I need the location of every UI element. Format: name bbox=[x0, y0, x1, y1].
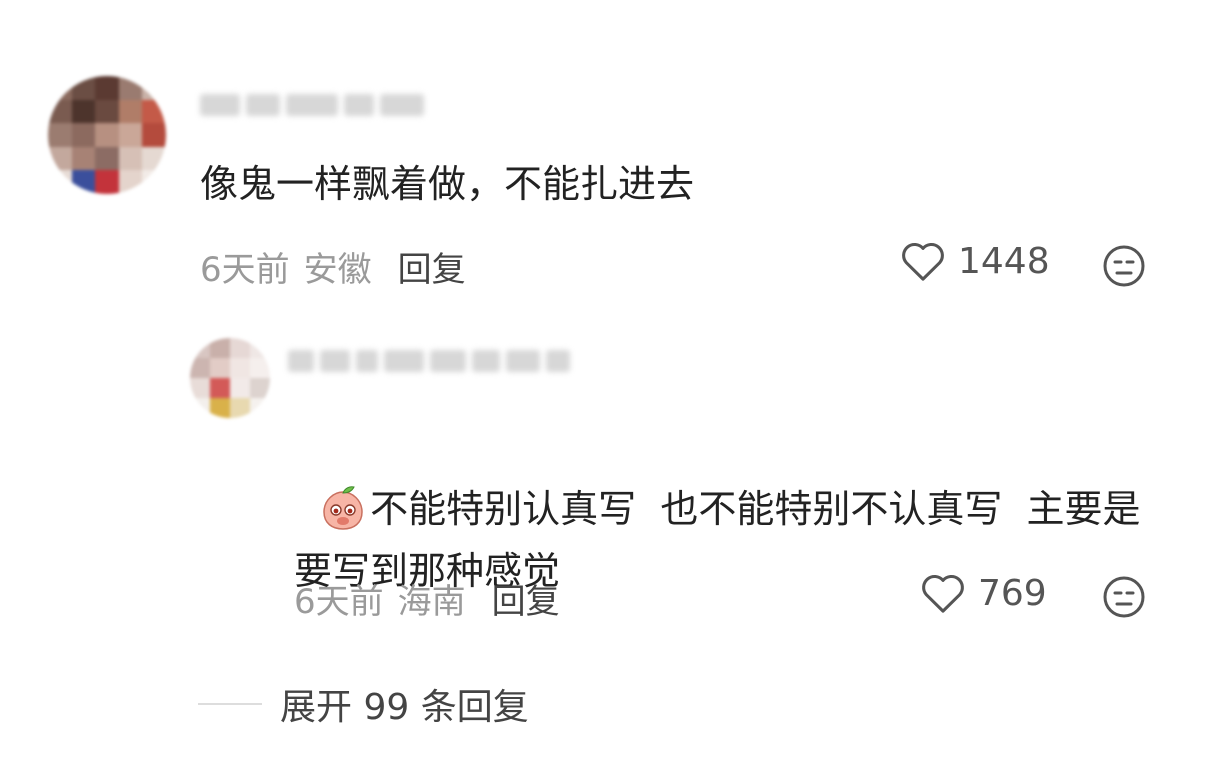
meh-face-icon[interactable] bbox=[1102, 244, 1146, 288]
username[interactable] bbox=[200, 94, 424, 116]
reply-reply-button[interactable]: 回复 bbox=[492, 574, 560, 623]
reply-like-button[interactable]: 769 bbox=[920, 572, 1047, 614]
like-button[interactable]: 1448 bbox=[900, 240, 1050, 282]
comment-time: 6天前 bbox=[200, 250, 290, 290]
comment-text: 像鬼一样飘着做，不能扎进去 bbox=[200, 162, 695, 206]
heart-outline-icon bbox=[902, 243, 944, 281]
expand-replies-button[interactable]: 展开 99 条回复 bbox=[198, 678, 529, 730]
reply-button[interactable]: 回复 bbox=[398, 242, 466, 291]
meh-face-icon[interactable] bbox=[1102, 575, 1146, 619]
reply-location: 海南 bbox=[397, 582, 466, 622]
reply-meta: 6天前 海南 回复 bbox=[294, 574, 560, 623]
like-count: 1448 bbox=[958, 240, 1050, 282]
comment-location: 安徽 bbox=[303, 250, 372, 290]
reply-time: 6天前 bbox=[294, 582, 384, 622]
expand-replies-label: 展开 99 条回复 bbox=[280, 687, 529, 728]
heart-outline-icon bbox=[922, 575, 964, 613]
peach-face-emoji bbox=[323, 486, 363, 530]
comment-meta: 6天前 安徽 回复 bbox=[200, 242, 466, 291]
avatar[interactable] bbox=[48, 76, 166, 194]
reply-username[interactable] bbox=[288, 350, 570, 372]
reply-avatar[interactable] bbox=[190, 338, 270, 418]
reply-like-count: 769 bbox=[978, 572, 1047, 614]
divider bbox=[198, 703, 262, 705]
